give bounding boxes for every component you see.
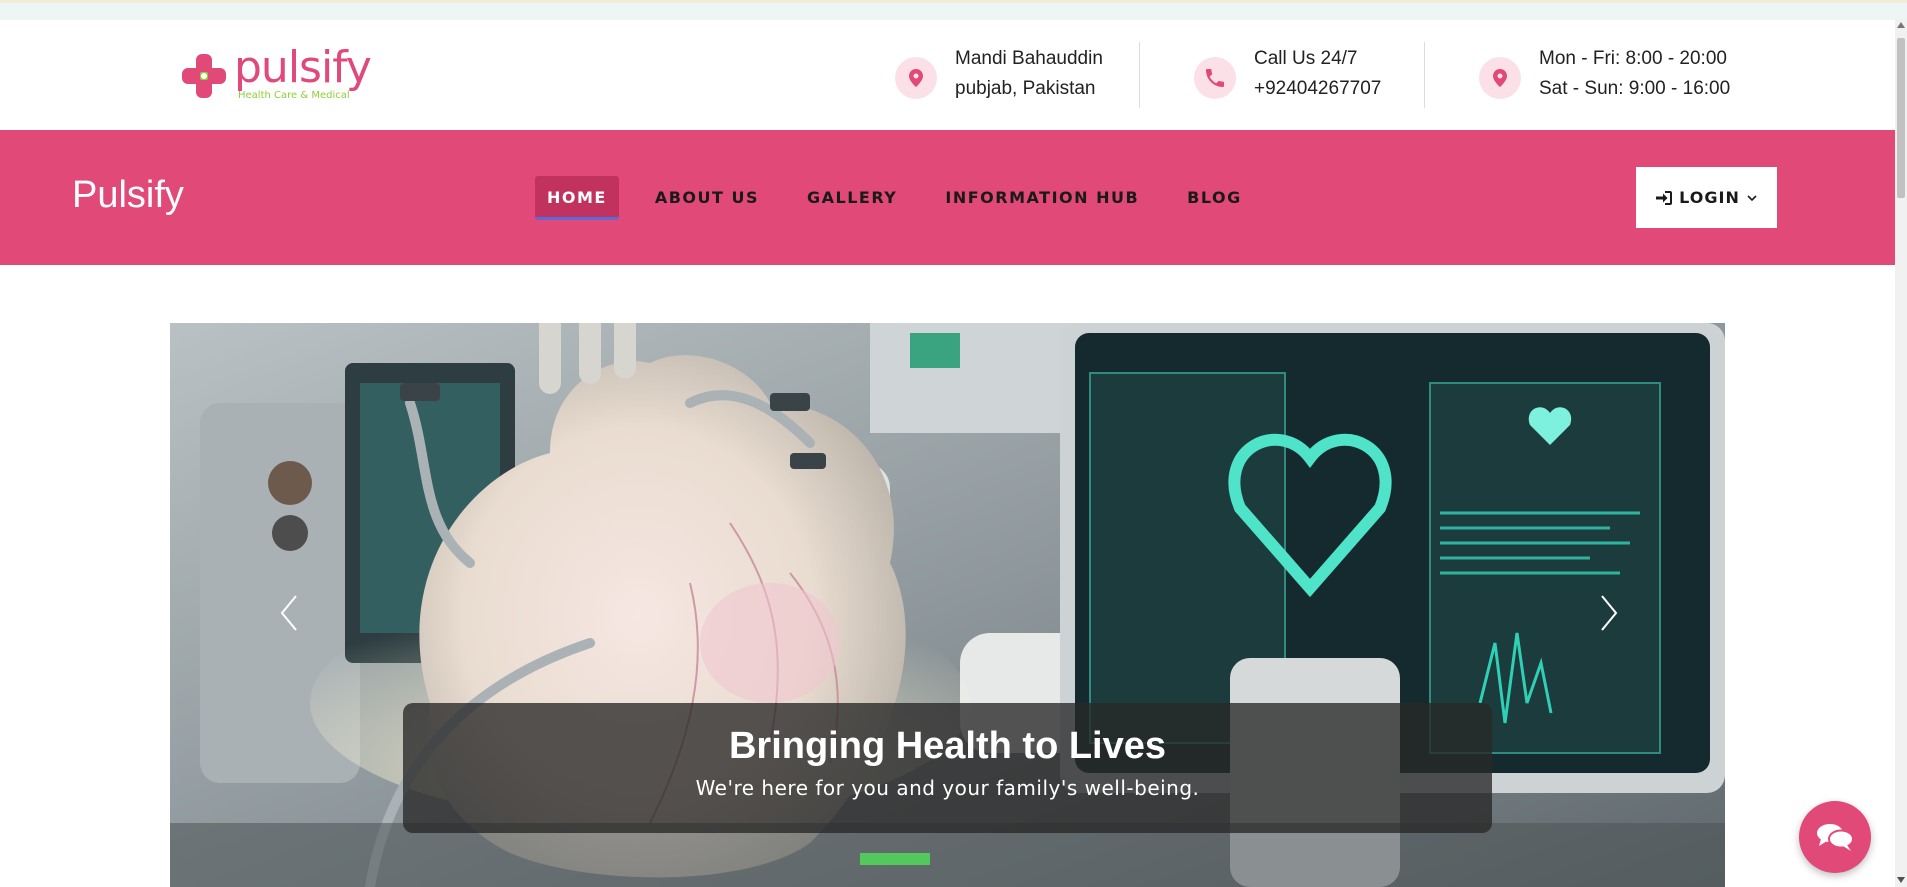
logo-tagline: Health Care & Medical	[238, 90, 350, 101]
carousel-prev-button[interactable]	[270, 588, 310, 638]
scroll-up-arrow-icon[interactable]	[1897, 22, 1905, 28]
hero-subtitle: We're here for you and your family's wel…	[695, 776, 1200, 800]
carousel-next-button[interactable]	[1588, 588, 1628, 638]
page-scrollbar[interactable]	[1895, 20, 1907, 887]
chat-button[interactable]	[1799, 801, 1871, 873]
hours-weekend: Sat - Sun: 9:00 - 16:00	[1539, 78, 1731, 99]
main-navbar: Pulsify HOME ABOUT US GALLERY INFORMATIO…	[0, 130, 1895, 265]
nav-blog[interactable]: BLOG	[1175, 176, 1254, 220]
login-button[interactable]: LOGIN	[1636, 167, 1777, 228]
phone-icon	[1194, 57, 1236, 99]
hero-title: Bringing Health to Lives	[728, 725, 1167, 767]
nav-about-us[interactable]: ABOUT US	[643, 176, 771, 220]
browser-top-strip	[0, 0, 1907, 20]
hero-carousel: Bringing Health to Lives We're here for …	[170, 323, 1725, 887]
scrollbar-thumb[interactable]	[1897, 38, 1905, 198]
site-header: pulsify Health Care & Medical Mandi Baha…	[0, 20, 1895, 130]
location-pin-icon	[1479, 57, 1521, 99]
nav-home[interactable]: HOME	[535, 176, 619, 220]
site-logo[interactable]: pulsify Health Care & Medical	[178, 42, 388, 104]
location-pin-icon	[895, 57, 937, 99]
logo-wordmark: pulsify	[234, 42, 372, 93]
chevron-right-icon	[1601, 595, 1618, 631]
medical-cross-logo-icon	[182, 54, 226, 98]
navbar-brand[interactable]: Pulsify	[72, 174, 184, 217]
hours-weekday: Mon - Fri: 8:00 - 20:00	[1539, 48, 1727, 69]
nav-menu: HOME ABOUT US GALLERY INFORMATION HUB BL…	[535, 176, 1278, 220]
header-divider	[1424, 42, 1425, 108]
phone-number[interactable]: +92404267707	[1254, 74, 1381, 104]
sign-in-icon	[1656, 190, 1673, 205]
phone-line-1: Call Us 24/7	[1254, 48, 1358, 69]
chevron-left-icon	[280, 595, 297, 631]
scroll-down-arrow-icon[interactable]	[1897, 877, 1905, 883]
header-divider	[1139, 42, 1140, 108]
location-line-1: Mandi Bahauddin	[955, 48, 1103, 69]
chevron-down-icon	[1747, 194, 1757, 201]
location-line-2: pubjab, Pakistan	[955, 78, 1096, 99]
login-label: LOGIN	[1679, 188, 1740, 207]
nav-information-hub[interactable]: INFORMATION HUB	[933, 176, 1151, 220]
hero-caption: Bringing Health to Lives We're here for …	[403, 703, 1492, 833]
chat-bubbles-icon	[1817, 824, 1854, 851]
nav-gallery[interactable]: GALLERY	[795, 176, 909, 220]
